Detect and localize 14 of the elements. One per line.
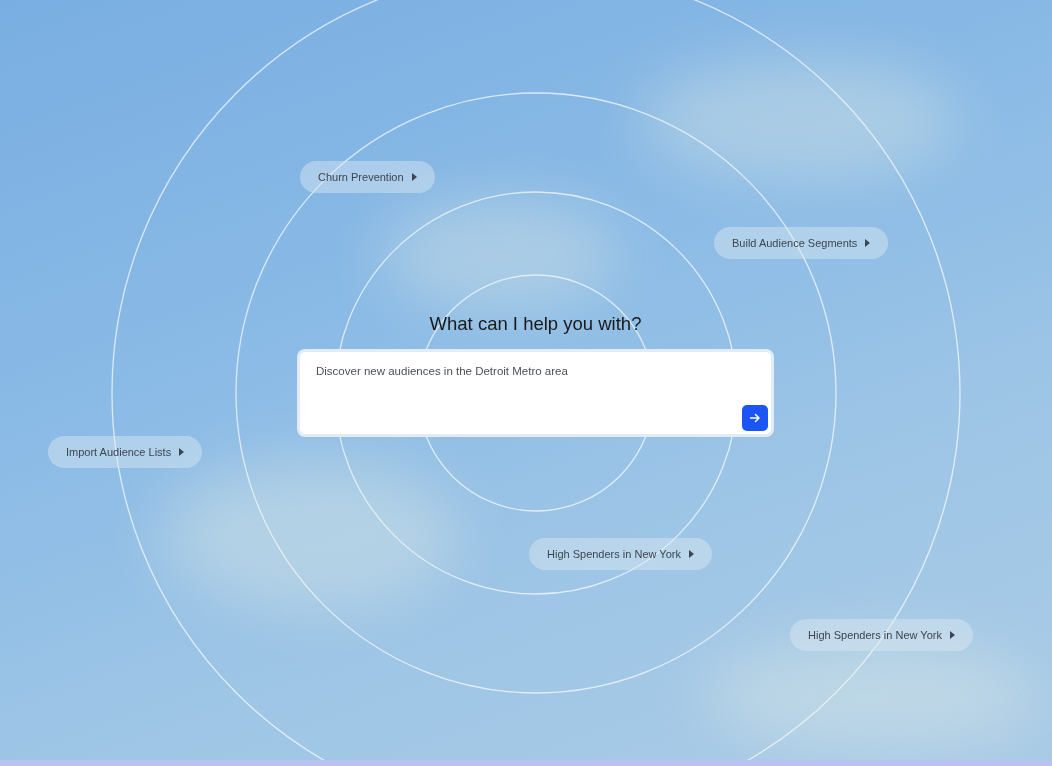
prompt-heading: What can I help you with? [429,313,642,335]
caret-right-icon [179,448,185,456]
caret-right-icon [865,239,871,247]
suggestion-chip[interactable]: Import Audience Lists [48,436,203,468]
suggestion-chip[interactable]: High Spenders in New York [790,619,973,651]
caret-right-icon [949,631,955,639]
caret-right-icon [688,550,694,558]
suggestion-chip[interactable]: Churn Prevention [300,161,435,193]
suggestion-chip[interactable]: Build Audience Segments [714,227,889,259]
suggestion-chip[interactable]: High Spenders in New York [529,538,712,570]
prompt-input-field[interactable]: Discover new audiences in the Detroit Metro area [297,349,774,437]
send-button[interactable] [742,405,768,431]
caret-right-icon [411,173,417,181]
arrow-right-icon [749,412,761,424]
